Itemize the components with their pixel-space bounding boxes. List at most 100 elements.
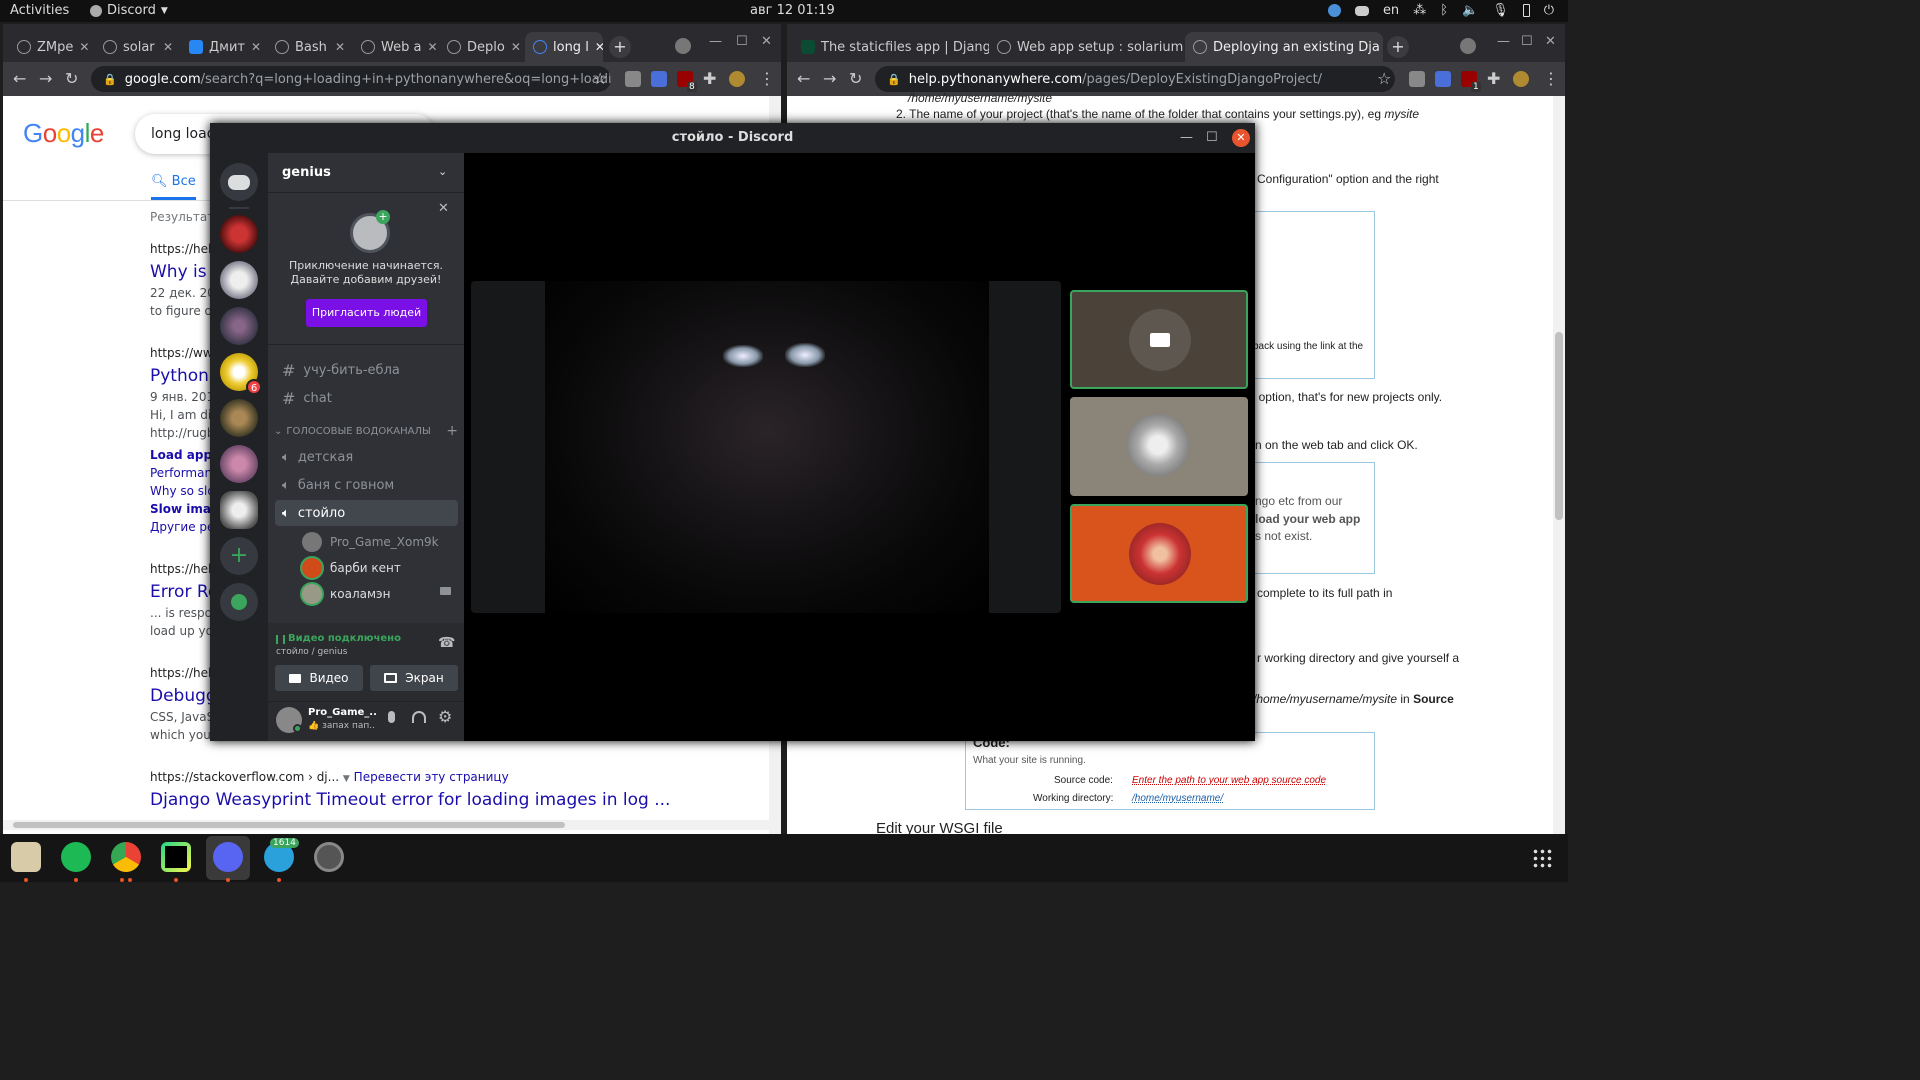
participant-tile-koala[interactable] xyxy=(1070,397,1248,496)
tab-staticfiles[interactable]: The staticfiles app | Djang✕ xyxy=(793,32,989,62)
close-icon[interactable]: ✕ xyxy=(438,201,449,216)
headphones-icon[interactable] xyxy=(412,711,426,723)
participant-tile-self[interactable] xyxy=(1070,290,1248,389)
address-bar[interactable]: 🔒 help.pythonanywhere.com/pages/DeployEx… xyxy=(875,66,1395,92)
voice-channel[interactable]: 🔈︎ баня с говном xyxy=(282,478,394,493)
explore-servers-button[interactable] xyxy=(220,583,258,621)
tab-close-icon[interactable]: ✕ xyxy=(245,40,261,54)
voice-connected-status[interactable]: Видео подключено xyxy=(276,633,401,644)
tab-solar[interactable]: solar ✕ xyxy=(95,32,181,62)
screen-share-button[interactable]: Экран xyxy=(370,665,458,691)
pycharm-icon[interactable] xyxy=(161,842,191,872)
main-video-tile[interactable] xyxy=(471,281,1061,613)
tab-deploy[interactable]: Deplo ✕ xyxy=(439,32,525,62)
username[interactable]: Pro_Game_... xyxy=(308,707,376,718)
tab-close-icon[interactable]: ✕ xyxy=(157,40,173,54)
files-icon[interactable] xyxy=(11,842,41,872)
participant-tile-barbie[interactable] xyxy=(1070,504,1248,603)
voice-user[interactable]: коаламэн xyxy=(302,584,390,604)
invite-people-button[interactable]: Пригласить людей xyxy=(306,299,427,327)
profile-avatar[interactable] xyxy=(1513,71,1529,87)
server-icon[interactable] xyxy=(220,261,258,299)
forward-icon[interactable]: → xyxy=(823,69,836,88)
app-menu[interactable]: Discord ▼ xyxy=(90,3,168,18)
voice-user[interactable]: Pro_Game_Xom9k xyxy=(302,532,439,552)
tab-zmpe[interactable]: ZMpe ✕ xyxy=(9,32,95,62)
tab-close-icon[interactable]: ✕ xyxy=(505,40,521,54)
voice-user[interactable]: барби кент xyxy=(302,558,401,578)
address-bar[interactable]: 🔒 google.com/search?q=long+loading+in+py… xyxy=(91,66,611,92)
disconnect-icon[interactable]: ☎ xyxy=(438,635,455,651)
minimize-button[interactable]: — xyxy=(1497,34,1510,49)
server-header[interactable]: genius ⌄ xyxy=(268,153,464,193)
tab-all[interactable]: 🔍︎ Все xyxy=(151,174,196,200)
new-tab-button[interactable]: + xyxy=(1387,36,1409,58)
text-channel[interactable]: # chat xyxy=(282,389,332,408)
settings-icon[interactable] xyxy=(314,842,344,872)
tab-google-search[interactable]: long l ✕ xyxy=(525,32,603,62)
reload-icon[interactable]: ↻ xyxy=(65,69,78,88)
shield-extension-icon[interactable] xyxy=(1409,71,1425,87)
profile-avatar[interactable] xyxy=(729,71,745,87)
translate-link[interactable]: Перевести эту страницу xyxy=(354,770,509,784)
tab-close-icon[interactable]: ✕ xyxy=(329,40,345,54)
voice-channel[interactable]: 🔈︎ стойло xyxy=(282,506,345,521)
translate-extension-icon[interactable] xyxy=(1435,71,1451,87)
reload-icon[interactable]: ↻ xyxy=(849,69,862,88)
microphone-icon[interactable] xyxy=(388,711,395,723)
bookmark-star-icon[interactable]: ☆ xyxy=(593,69,607,88)
menu-dots-icon[interactable]: ⋮ xyxy=(759,69,775,88)
result-title[interactable]: Pythona xyxy=(150,366,219,386)
tab-close-icon[interactable]: ✕ xyxy=(73,40,89,54)
new-tab-button[interactable]: + xyxy=(609,36,631,58)
tab-web-app[interactable]: Web a ✕ xyxy=(353,32,439,62)
tab-deploying-django[interactable]: Deploying an existing Dja✕ xyxy=(1185,32,1383,62)
extensions-puzzle-icon[interactable]: ✚ xyxy=(703,69,716,88)
close-button[interactable]: ✕ xyxy=(1545,34,1556,49)
sublink[interactable]: Why so slo xyxy=(150,484,215,498)
extensions-puzzle-icon[interactable]: ✚ xyxy=(1487,69,1500,88)
result-title[interactable]: Django Weasyprint Timeout error for load… xyxy=(150,790,670,810)
tab-close-icon[interactable]: ✕ xyxy=(589,40,603,54)
tab-close-icon[interactable]: ✕ xyxy=(1380,40,1383,54)
home-button[interactable] xyxy=(220,163,258,201)
caret-down-icon[interactable]: ▼ xyxy=(343,774,350,784)
tab-web-app-setup[interactable]: Web app setup : solarium✕ xyxy=(989,32,1185,62)
system-tray[interactable]: en ⁂ ᛒ 🔈 🎙 ⏻ xyxy=(1327,3,1554,18)
source-code-value[interactable]: Enter the path to your web app source co… xyxy=(1132,775,1326,786)
add-server-button[interactable]: + xyxy=(220,537,258,575)
tab-close-icon[interactable]: ✕ xyxy=(421,40,437,54)
vertical-scrollbar[interactable] xyxy=(1553,96,1565,834)
server-icon[interactable] xyxy=(220,215,258,253)
tab-search-icon[interactable] xyxy=(675,38,691,54)
voice-category-header[interactable]: ⌄ ГОЛОСОВЫЕ ВОДОКАНАЛЫ + xyxy=(274,424,458,438)
sublink[interactable]: Performanc xyxy=(150,466,219,480)
voice-channel[interactable]: 🔈︎ детская xyxy=(282,450,353,465)
maximize-button[interactable]: ☐ xyxy=(1521,34,1533,49)
google-logo[interactable]: Google xyxy=(23,118,104,149)
sublink[interactable]: Load apps xyxy=(150,448,219,462)
forward-icon[interactable]: → xyxy=(39,69,52,88)
tab-search-icon[interactable] xyxy=(1460,38,1476,54)
show-apps-grid-icon[interactable] xyxy=(1532,848,1552,868)
close-button[interactable]: ✕ xyxy=(1232,129,1250,147)
voice-channel-path[interactable]: стойло / genius xyxy=(276,647,347,657)
translate-extension-icon[interactable] xyxy=(651,71,667,87)
minimize-button[interactable]: — xyxy=(709,34,722,49)
result-title[interactable]: Error Re xyxy=(150,582,218,602)
minimize-button[interactable]: — xyxy=(1180,123,1193,153)
server-icon-genius[interactable] xyxy=(220,491,258,529)
discord-dock-icon[interactable] xyxy=(213,842,243,872)
language-indicator[interactable]: en xyxy=(1383,3,1399,18)
server-icon[interactable] xyxy=(220,399,258,437)
working-dir-value[interactable]: /home/myusername/ xyxy=(1132,793,1223,804)
server-icon[interactable] xyxy=(220,307,258,345)
video-button[interactable]: Видео xyxy=(275,665,363,691)
clock[interactable]: авг 12 01:19 xyxy=(750,3,835,18)
horizontal-scrollbar[interactable] xyxy=(3,820,781,830)
add-channel-icon[interactable]: + xyxy=(446,424,458,438)
bookmark-star-icon[interactable]: ☆ xyxy=(1377,69,1391,88)
back-icon[interactable]: ← xyxy=(797,69,810,88)
spotify-icon[interactable] xyxy=(61,842,91,872)
chrome-icon[interactable] xyxy=(111,842,141,872)
